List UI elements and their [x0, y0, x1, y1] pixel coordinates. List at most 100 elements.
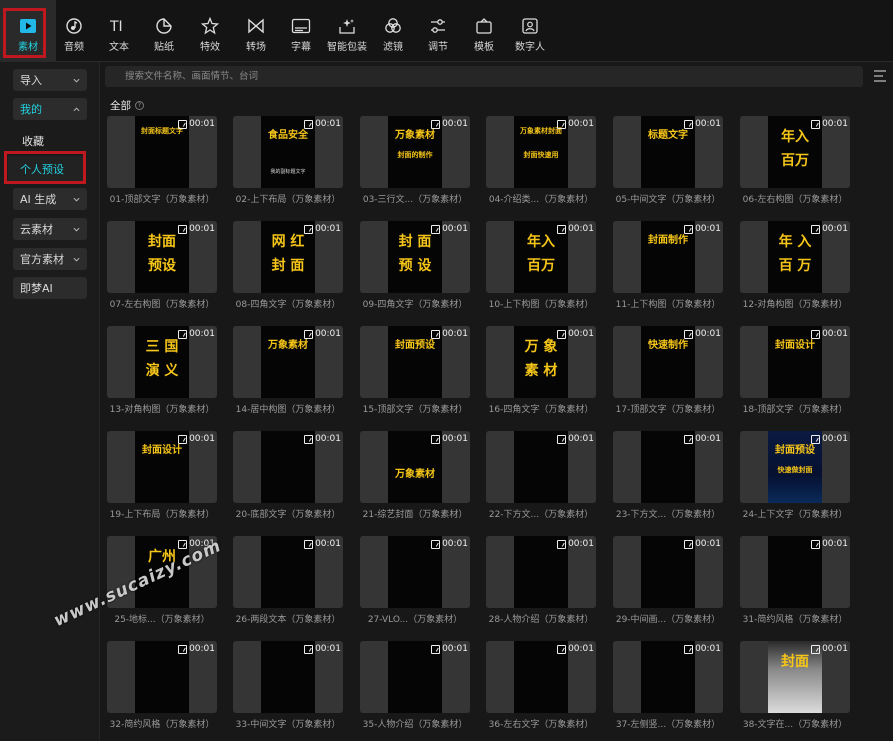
media-thumbnail[interactable]: 快速制作 00:01 — [613, 326, 723, 398]
media-thumbnail[interactable]: 00:01 — [613, 431, 723, 503]
media-card[interactable]: 封面设计 00:01 19-上下布局（万象素材） — [107, 431, 217, 531]
media-card[interactable]: 封面 预设 00:01 07-左右构图（万象素材） — [107, 221, 217, 321]
media-thumbnail[interactable]: 年入 百万 00:01 — [740, 116, 850, 188]
list-view-icon[interactable] — [873, 70, 887, 82]
search-input[interactable]: 搜索文件名称、画面情节、台词 — [105, 66, 863, 87]
media-card[interactable]: 食品安全 我的副标题文字 00:01 02-上下布局（万象素材） — [233, 116, 343, 216]
media-thumbnail[interactable]: 食品安全 我的副标题文字 00:01 — [233, 116, 343, 188]
media-play-icon — [17, 16, 39, 36]
media-card[interactable]: 00:01 20-底部文字（万象素材） — [233, 431, 343, 531]
media-card[interactable]: 标题文字 00:01 05-中间文字（万象素材） — [613, 116, 723, 216]
edit-marker-icon — [304, 119, 314, 129]
duration-text: 00:01 — [442, 434, 468, 444]
media-thumbnail[interactable]: 封面设计 00:01 — [107, 431, 217, 503]
media-thumbnail[interactable]: 万象素材 00:01 — [233, 326, 343, 398]
media-thumbnail[interactable]: 万象素材封面 封面快速用 00:01 — [486, 116, 596, 188]
media-thumbnail[interactable]: 封面预设 快速做封面 00:01 — [740, 431, 850, 503]
media-card[interactable]: 00:01 22-下方文...（万象素材） — [486, 431, 596, 531]
media-card[interactable]: 封面预设 快速做封面 00:01 24-上下文字（万象素材） — [740, 431, 850, 531]
sidebar-jimeng[interactable]: 即梦AI — [13, 277, 87, 299]
top-toolbar: 素材 音频 TI 文本 贴纸 特效 转场 字幕 智能包装 滤镜 调节 模板 数字… — [0, 0, 893, 62]
media-card[interactable]: 封面预设 00:01 15-顶部文字（万象素材） — [360, 326, 470, 426]
sidebar-cloud[interactable]: 云素材 — [13, 218, 87, 240]
media-card[interactable]: 封面 00:01 38-文字在...（万象素材） — [740, 641, 850, 741]
sidebar-personal-preset[interactable]: 个人预设 — [8, 156, 86, 182]
media-thumbnail[interactable]: 00:01 — [486, 641, 596, 713]
media-card[interactable]: 00:01 33-中间文字（万象素材） — [233, 641, 343, 741]
media-card[interactable]: 00:01 35-人物介绍（万象素材） — [360, 641, 470, 741]
duration-text: 00:01 — [822, 329, 848, 339]
duration-badge: 00:01 — [557, 644, 594, 654]
media-card[interactable]: 网 红封 面 00:01 08-四角文字（万象素材） — [233, 221, 343, 321]
media-card[interactable]: 00:01 36-左右文字（万象素材） — [486, 641, 596, 741]
media-thumbnail[interactable]: 万象素材 封面的制作 00:01 — [360, 116, 470, 188]
media-caption: 08-四角文字（万象素材） — [235, 300, 341, 310]
sidebar-ai-generate[interactable]: AI 生成 — [13, 188, 87, 210]
media-card[interactable]: 万 象素 材 00:01 16-四角文字（万象素材） — [486, 326, 596, 426]
media-caption: 22-下方文...（万象素材） — [488, 510, 594, 520]
media-card[interactable]: 封面制作 00:01 11-上下构图（万象素材） — [613, 221, 723, 321]
media-thumbnail[interactable]: 网 红封 面 00:01 — [233, 221, 343, 293]
media-card[interactable]: 00:01 23-下方文...（万象素材） — [613, 431, 723, 531]
media-card[interactable]: 万象素材 00:01 14-居中构图（万象素材） — [233, 326, 343, 426]
duration-text: 00:01 — [695, 539, 721, 549]
media-thumbnail[interactable]: 万象素材 00:01 — [360, 431, 470, 503]
subtitle-icon — [290, 16, 312, 36]
media-thumbnail[interactable]: 00:01 — [233, 431, 343, 503]
sidebar-favorites[interactable]: 收藏 — [22, 133, 44, 149]
media-thumbnail[interactable]: 封面标题文字 00:01 — [107, 116, 217, 188]
media-thumbnail[interactable]: 00:01 — [613, 536, 723, 608]
media-card[interactable]: 00:01 32-简约风格（万象素材） — [107, 641, 217, 741]
media-thumbnail[interactable]: 00:01 — [486, 536, 596, 608]
media-card[interactable]: 封 面预 设 00:01 09-四角文字（万象素材） — [360, 221, 470, 321]
sidebar-official[interactable]: 官方素材 — [13, 248, 87, 270]
media-thumbnail[interactable]: 年 入百 万 00:01 — [740, 221, 850, 293]
media-thumbnail[interactable]: 封面制作 00:01 — [613, 221, 723, 293]
info-icon[interactable]: ? — [135, 101, 144, 110]
media-card[interactable]: 封面设计 00:01 18-顶部文字（万象素材） — [740, 326, 850, 426]
media-card[interactable]: 00:01 27-VLO...（万象素材） — [360, 536, 470, 636]
duration-badge: 00:01 — [178, 119, 215, 129]
media-card[interactable]: 万象素材 00:01 21-综艺封面（万象素材） — [360, 431, 470, 531]
media-thumbnail[interactable]: 封 面预 设 00:01 — [360, 221, 470, 293]
media-card[interactable]: 年入 百万 00:01 06-左右构图（万象素材） — [740, 116, 850, 216]
media-card[interactable]: 万象素材封面 封面快速用 00:01 04-介绍类...（万象素材） — [486, 116, 596, 216]
media-card[interactable]: 00:01 26-两段文本（万象素材） — [233, 536, 343, 636]
media-thumbnail[interactable]: 封面预设00:01 — [360, 326, 470, 398]
duration-badge: 00:01 — [684, 119, 721, 129]
media-thumbnail[interactable]: 三 国演 义 00:01 — [107, 326, 217, 398]
media-card[interactable]: 年 入百 万 00:01 12-对角构图（万象素材） — [740, 221, 850, 321]
media-card[interactable]: 万象素材 封面的制作 00:01 03-三行文...（万象素材） — [360, 116, 470, 216]
media-thumbnail[interactable]: 封面预设00:01 — [107, 221, 217, 293]
media-thumbnail[interactable]: 00:01 — [360, 536, 470, 608]
edit-marker-icon — [557, 224, 567, 234]
media-thumbnail[interactable]: 万 象素 材 00:01 — [486, 326, 596, 398]
media-thumbnail[interactable]: 00:01 — [486, 431, 596, 503]
media-thumbnail[interactable]: 00:01 — [107, 641, 217, 713]
edit-marker-icon — [304, 329, 314, 339]
media-thumbnail[interactable]: 封面设计 00:01 — [740, 326, 850, 398]
media-thumbnail[interactable]: 00:01 — [360, 641, 470, 713]
media-card[interactable]: 00:01 29-中间画...（万象素材） — [613, 536, 723, 636]
media-card[interactable]: 快速制作 00:01 17-顶部文字（万象素材） — [613, 326, 723, 426]
smart-pack-icon — [336, 16, 358, 36]
media-card[interactable]: 封面标题文字 00:01 01-顶部文字（万象素材） — [107, 116, 217, 216]
media-thumbnail[interactable]: 年入 百万 00:01 — [486, 221, 596, 293]
media-card[interactable]: 00:01 28-人物介绍（万象素材） — [486, 536, 596, 636]
media-card[interactable]: 00:01 37-左侧竖...（万象素材） — [613, 641, 723, 741]
media-card[interactable]: 00:01 31-简约风格（万象素材） — [740, 536, 850, 636]
media-card[interactable]: 三 国演 义 00:01 13-对角构图（万象素材） — [107, 326, 217, 426]
media-card[interactable]: 年入 百万 00:01 10-上下构图（万象素材） — [486, 221, 596, 321]
tool-digital-human[interactable]: 数字人 — [502, 0, 558, 62]
media-thumbnail[interactable]: 00:01 — [613, 641, 723, 713]
media-thumbnail[interactable]: 00:01 — [233, 641, 343, 713]
tool-label: 模板 — [474, 42, 494, 53]
sidebar-import[interactable]: 导入 — [13, 69, 87, 91]
media-thumbnail[interactable]: 00:01 — [233, 536, 343, 608]
media-thumbnail[interactable]: 00:01 — [740, 536, 850, 608]
media-thumbnail[interactable]: 标题文字 00:01 — [613, 116, 723, 188]
digital-human-icon — [519, 16, 541, 36]
sidebar-mine[interactable]: 我的 — [13, 98, 87, 120]
duration-text: 00:01 — [568, 644, 594, 654]
media-thumbnail[interactable]: 封面 00:01 — [740, 641, 850, 713]
